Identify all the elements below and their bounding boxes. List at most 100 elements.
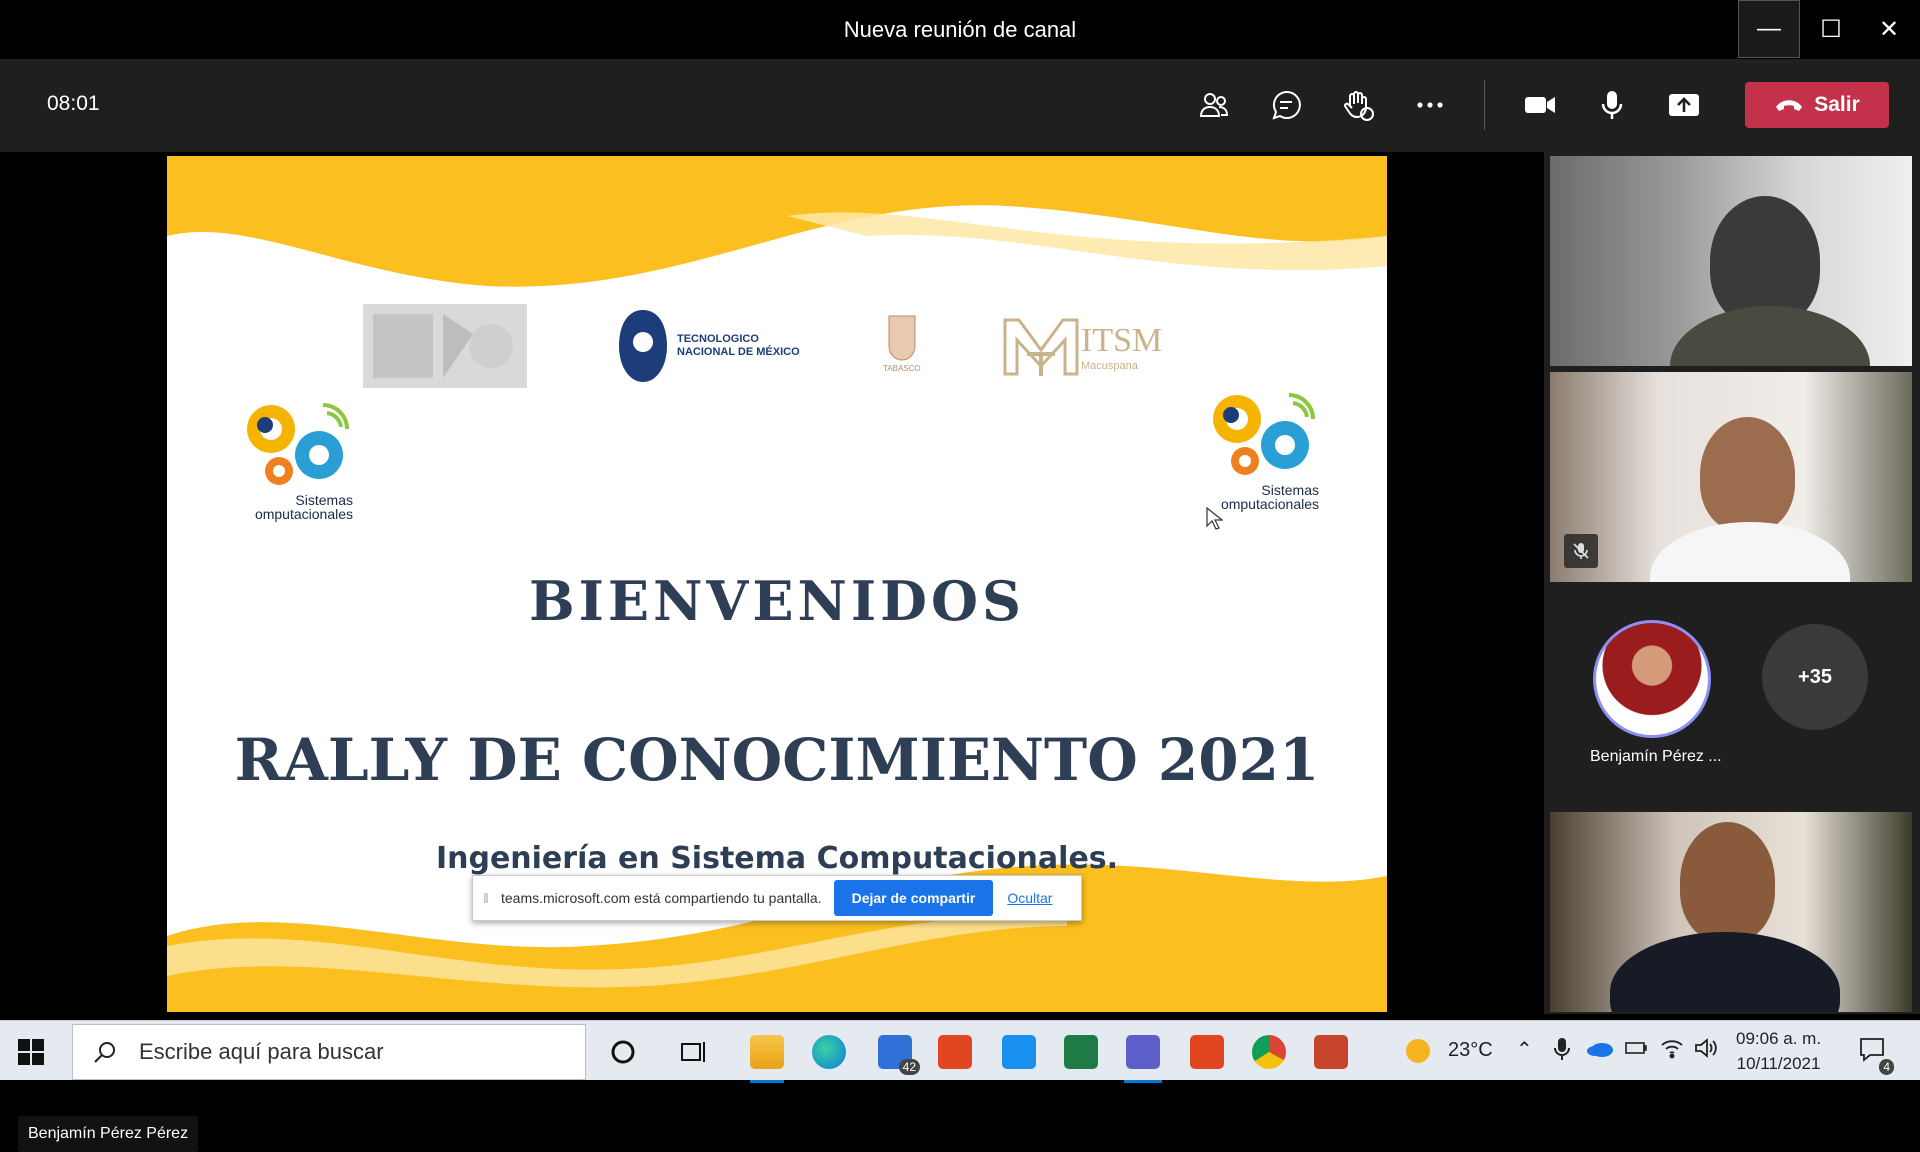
participant-face [1680, 822, 1775, 942]
meeting-timer: 08:01 [47, 92, 100, 115]
share-screen-button[interactable] [1660, 81, 1708, 129]
teams-icon [1126, 1035, 1160, 1069]
excel-button[interactable] [1060, 1031, 1102, 1073]
clock-time: 09:06 a. m. [1736, 1029, 1822, 1048]
sistemas-left-line1: Sistemas [295, 492, 353, 508]
reactions-button[interactable] [1334, 81, 1382, 129]
reactions-icon [1344, 91, 1374, 121]
mouse-cursor-icon [1206, 506, 1223, 530]
camera-button[interactable] [1516, 81, 1564, 129]
sistemas-logo-left: Sistemas omputacionales [223, 399, 353, 523]
excel-icon [1064, 1035, 1098, 1069]
mic-tray-icon[interactable] [1554, 1037, 1570, 1067]
volume-icon[interactable] [1694, 1037, 1718, 1065]
powerpoint-button[interactable] [1310, 1031, 1352, 1073]
mail-badge: 42 [898, 1059, 920, 1075]
office-icon [938, 1035, 972, 1069]
notification-icon [1860, 1038, 1884, 1062]
participant-video-tile[interactable] [1550, 156, 1912, 366]
file-explorer-button[interactable] [746, 1031, 788, 1083]
title-bar: Nueva reunión de canal — ☐ ✕ [0, 0, 1920, 59]
notification-count: 4 [1879, 1059, 1894, 1075]
meeting-toolbar: 08:01 Salir [0, 59, 1920, 152]
taskbar-clock[interactable]: 09:06 a. m. 10/11/2021 [1736, 1026, 1821, 1076]
tecnm-line1: TECNOLOGICO [677, 333, 759, 345]
edge-button[interactable] [808, 1031, 850, 1073]
office-button[interactable] [934, 1031, 976, 1073]
institution-logos: TECNOLOGICO NACIONAL DE MÉXICO TABASCO IT… [167, 304, 1387, 394]
chat-icon [1272, 90, 1301, 120]
mic-button[interactable] [1588, 81, 1636, 129]
notifications-button[interactable]: 4 [1858, 1035, 1894, 1075]
wifi-icon[interactable] [1660, 1037, 1684, 1065]
sistemas-left-line2: omputacionales [254, 506, 353, 522]
office-button-2[interactable] [1186, 1031, 1228, 1073]
cortana-button[interactable] [602, 1031, 644, 1073]
more-participants-button[interactable]: +35 [1762, 624, 1868, 730]
participants-button[interactable] [1190, 81, 1238, 129]
participant-body [1650, 522, 1850, 582]
close-button[interactable]: ✕ [1858, 0, 1920, 58]
muted-mic-icon [1564, 534, 1598, 568]
sep-logo [363, 304, 527, 388]
avatar [1593, 620, 1711, 738]
windows-taskbar: Escribe aquí para buscar 42 23°C ⌃ 09:06… [0, 1020, 1920, 1083]
hide-link[interactable]: Ocultar [1007, 890, 1052, 906]
onedrive-icon[interactable] [1586, 1039, 1614, 1063]
edge-icon [812, 1035, 846, 1069]
windows-icon [18, 1039, 44, 1065]
cortana-icon [611, 1040, 635, 1064]
itsm-label: ITSM [1081, 322, 1163, 359]
task-view-button[interactable] [674, 1031, 716, 1073]
stop-sharing-button[interactable]: Dejar de compartir [833, 880, 994, 916]
participant-gallery: Benjamín Pérez ... +35 [1544, 152, 1920, 1014]
participant-avatar-tile[interactable]: Benjamín Pérez ... [1590, 620, 1722, 766]
phone-hangup-icon [1776, 100, 1803, 111]
teams-button[interactable] [1122, 1031, 1164, 1083]
leave-button[interactable]: Salir [1745, 82, 1889, 128]
taskbar-search-box[interactable]: Escribe aquí para buscar [72, 1024, 586, 1080]
chrome-button[interactable] [1248, 1031, 1290, 1073]
itsm-logo: ITSM Macuspana [1001, 314, 1162, 380]
participant-face [1700, 417, 1795, 532]
start-button[interactable] [18, 1039, 44, 1070]
participant-video-tile[interactable] [1550, 372, 1912, 582]
chevron-up-icon[interactable]: ⌃ [1516, 1037, 1533, 1062]
tecnm-line2: NACIONAL DE MÉXICO [677, 346, 800, 358]
minimize-button[interactable]: — [1738, 0, 1800, 58]
weather-icon[interactable] [1404, 1037, 1432, 1071]
mic-icon [1601, 91, 1623, 119]
sistemas-right-line1: Sistemas [1261, 482, 1319, 498]
camera-icon [1525, 97, 1555, 113]
search-placeholder: Escribe aquí para buscar [139, 1039, 384, 1064]
presenter-name-tag: Benjamín Pérez Pérez [18, 1116, 199, 1152]
tabasco-label: TABASCO [883, 364, 921, 373]
maximize-button[interactable]: ☐ [1800, 0, 1862, 58]
tecnm-logo: TECNOLOGICO NACIONAL DE MÉXICO [617, 308, 800, 384]
mail-button[interactable]: 42 [874, 1031, 920, 1075]
leave-label: Salir [1814, 93, 1860, 116]
battery-icon[interactable] [1624, 1039, 1648, 1063]
chat-button[interactable] [1262, 81, 1310, 129]
chrome-icon [1252, 1035, 1286, 1069]
more-options-button[interactable] [1406, 81, 1454, 129]
folder-icon [750, 1035, 784, 1069]
screen-share-notification: ‖ teams.microsoft.com está compartiendo … [472, 875, 1082, 921]
slide-subtitle: Ingeniería en Sistema Computacionales. [435, 841, 1119, 876]
clock-date: 10/11/2021 [1736, 1054, 1821, 1073]
participant-video-tile[interactable] [1550, 812, 1912, 1012]
store-button[interactable] [998, 1031, 1040, 1073]
participants-icon [1199, 93, 1229, 117]
drag-handle-icon[interactable]: ‖ [483, 890, 495, 906]
office-icon [1190, 1035, 1224, 1069]
participant-body [1670, 306, 1870, 366]
weather-temp[interactable]: 23°C [1448, 1039, 1493, 1062]
share-message: teams.microsoft.com está compartiendo tu… [501, 890, 822, 906]
rally-title: RALLY DE CONOCIMIENTO 2021 [234, 726, 1320, 794]
toolbar-divider [1484, 80, 1485, 130]
task-view-icon [681, 1042, 705, 1062]
window-title: Nueva reunión de canal [843, 17, 1077, 42]
search-icon [94, 1042, 115, 1063]
active-indicator [750, 1080, 784, 1083]
more-icon [1417, 102, 1443, 108]
